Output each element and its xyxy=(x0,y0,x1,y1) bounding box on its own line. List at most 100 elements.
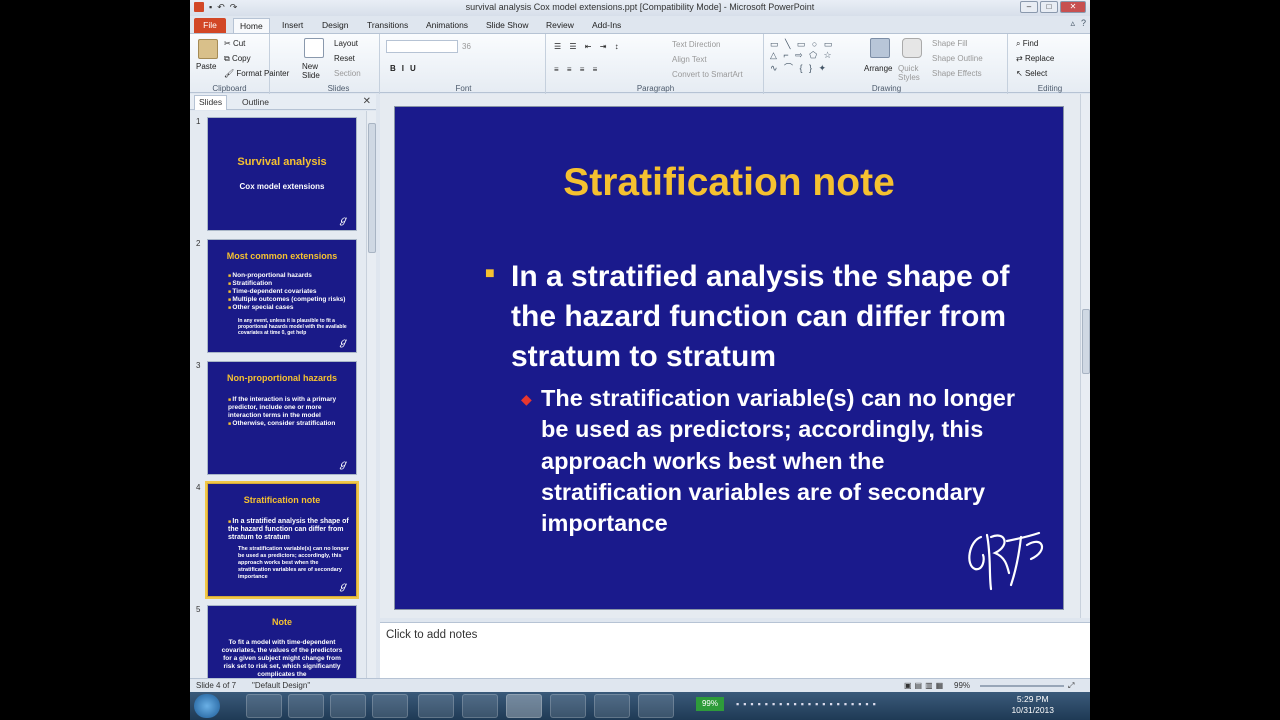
battery-indicator[interactable]: 99% xyxy=(696,697,724,711)
list-buttons[interactable]: ☰ ☰ ⇤ ⇥ ↕ xyxy=(554,42,622,51)
thumb-signature: ℊ xyxy=(338,215,348,226)
help-icon[interactable]: ? xyxy=(1081,18,1086,29)
theme-name[interactable]: "Default Design" xyxy=(252,681,310,690)
tab-home[interactable]: Home xyxy=(233,18,270,33)
scrollbar-thumb[interactable] xyxy=(368,123,376,253)
tab-file[interactable]: File xyxy=(194,18,226,33)
collapse-ribbon-icon[interactable]: ▵ xyxy=(1070,18,1075,29)
font-size-input[interactable]: 36 xyxy=(462,42,471,51)
notes-placeholder[interactable]: Click to add notes xyxy=(386,629,477,641)
thumb-signature: ℊ xyxy=(338,581,348,592)
media-player-icon[interactable] xyxy=(330,694,366,718)
minimize-icon[interactable]: – xyxy=(1020,1,1038,13)
slide-thumbnail-3[interactable]: Non-proportional hazards If the interact… xyxy=(207,361,357,475)
format-painter-label: Format Painter xyxy=(236,69,290,78)
shapes-gallery[interactable]: ▭ ╲ ▭ ○ ▭ △ ⌐ ⇨ ⬠ ☆ ∿ ⌒ { } ✦ xyxy=(770,39,834,74)
thumb-number: 3 xyxy=(196,361,201,370)
slide-thumbnail-4[interactable]: Stratification note In a stratified anal… xyxy=(205,481,359,599)
font-name-input[interactable] xyxy=(386,40,458,53)
new-slide-button[interactable]: New Slide xyxy=(302,62,330,80)
close-icon[interactable]: ✕ xyxy=(1060,1,1086,13)
zoom-level[interactable]: 99% xyxy=(954,681,970,690)
view-buttons[interactable]: ▣▤▥▦ xyxy=(904,681,946,690)
tab-add-ins[interactable]: Add-Ins xyxy=(586,18,627,33)
ie-icon[interactable] xyxy=(288,694,324,718)
select-icon: ↖ xyxy=(1016,69,1025,78)
explorer-icon[interactable] xyxy=(246,694,282,718)
editor-scrollbar[interactable] xyxy=(1080,94,1090,618)
quick-styles-button[interactable]: Quick Styles xyxy=(898,64,928,82)
tab-slides[interactable]: Slides xyxy=(194,95,228,110)
notes-pane[interactable]: Click to add notes xyxy=(380,622,1090,678)
select-button[interactable]: ↖ Select xyxy=(1016,69,1047,78)
fit-slide-icon[interactable]: ⤢ xyxy=(1068,681,1074,691)
thumb-bullet: In a stratified analysis the shape of th… xyxy=(228,518,350,542)
shape-fill-button[interactable]: Shape Fill xyxy=(932,39,968,48)
slide-bullet[interactable]: ■ In a stratified analysis the shape of … xyxy=(485,257,1045,377)
copy-button[interactable]: ⧉ Copy xyxy=(224,54,251,64)
tab-design[interactable]: Design xyxy=(316,18,354,33)
find-icon: ⌕ xyxy=(1016,39,1023,48)
tab-insert[interactable]: Insert xyxy=(276,18,309,33)
thumbnail-scrollbar[interactable] xyxy=(366,111,376,678)
text-direction-button[interactable]: Text Direction xyxy=(672,40,720,49)
find-button[interactable]: ⌕ Find xyxy=(1016,39,1038,49)
current-slide[interactable]: Stratification note ■ In a stratified an… xyxy=(395,107,1063,609)
app-icon[interactable] xyxy=(638,694,674,718)
reset-button[interactable]: Reset xyxy=(334,54,355,63)
arrange-button[interactable]: Arrange xyxy=(864,64,892,73)
convert-smartart-button[interactable]: Convert to SmartArt xyxy=(672,70,743,79)
new-slide-icon[interactable] xyxy=(304,38,324,58)
scrollbar-thumb[interactable] xyxy=(1082,309,1090,374)
align-text-button[interactable]: Align Text xyxy=(672,55,707,64)
cut-button[interactable]: ✂ Cut xyxy=(224,39,245,48)
slide-thumbnail-5[interactable]: Note To fit a model with time-dependent … xyxy=(207,605,357,678)
maximize-icon[interactable]: □ xyxy=(1040,1,1058,13)
format-painter-button[interactable]: 🖌 Format Painter xyxy=(224,69,289,78)
thumbnail-list: 1 Survival analysis Cox model extensions… xyxy=(190,111,366,678)
paragraph-group: ☰ ☰ ⇤ ⇥ ↕ Text Direction Align Text Conv… xyxy=(548,34,764,94)
tab-animations[interactable]: Animations xyxy=(420,18,474,33)
zoom-slider[interactable] xyxy=(980,685,1064,687)
drawing-label: Drawing xyxy=(871,84,902,93)
tab-outline[interactable]: Outline xyxy=(238,97,273,107)
slide-title[interactable]: Stratification note xyxy=(395,161,1063,205)
system-tray-icons[interactable]: ▪▪▪▪▪▪▪▪▪▪▪▪▪▪▪▪▪▪▪▪ xyxy=(736,699,880,709)
ribbon-tabs: File Home Insert Design Transitions Anim… xyxy=(190,16,1090,33)
arrange-icon[interactable] xyxy=(870,38,890,58)
start-button-icon[interactable] xyxy=(194,694,220,718)
tab-slide-show[interactable]: Slide Show xyxy=(480,18,535,33)
word-icon[interactable] xyxy=(462,694,498,718)
slides-panel: Slides Outline ✕ 1 Survival analysis Cox… xyxy=(190,94,376,678)
alignment-buttons[interactable]: ≡ ≡ ≡ ≡ xyxy=(554,65,600,74)
powerpoint-task-icon[interactable] xyxy=(506,694,542,718)
tab-review[interactable]: Review xyxy=(540,18,580,33)
acrobat-icon[interactable] xyxy=(594,694,630,718)
slide-thumbnail-2[interactable]: Most common extensions Non-proportional … xyxy=(207,239,357,353)
thumb-bullet: Stratification xyxy=(228,280,350,288)
tab-transitions[interactable]: Transitions xyxy=(361,18,414,33)
slide-editor: Stratification note ■ In a stratified an… xyxy=(380,94,1090,618)
paste-button[interactable]: Paste xyxy=(196,62,216,71)
paste-icon[interactable] xyxy=(198,39,218,59)
thumb-bullet: If the interaction is with a primary pre… xyxy=(228,396,350,420)
quick-styles-icon[interactable] xyxy=(902,38,922,58)
sub-bullet-text: The stratification variable(s) can no lo… xyxy=(541,385,1016,537)
slide-thumbnail-1[interactable]: Survival analysis Cox model extensions ℊ xyxy=(207,117,357,231)
shape-outline-button[interactable]: Shape Outline xyxy=(932,54,983,63)
stata-icon[interactable] xyxy=(550,694,586,718)
layout-button[interactable]: Layout xyxy=(334,39,358,48)
cut-label: Cut xyxy=(232,39,246,48)
outlook-icon[interactable] xyxy=(372,694,408,718)
slide-sub-bullet[interactable]: ◆ The stratification variable(s) can no … xyxy=(521,383,1021,539)
clock[interactable]: 5:29 PM 10/31/2013 xyxy=(1011,694,1054,716)
shape-effects-button[interactable]: Shape Effects xyxy=(932,69,982,78)
firefox-icon[interactable] xyxy=(418,694,454,718)
font-format-buttons[interactable]: BIU xyxy=(390,64,422,73)
powerpoint-window: ▪ ↶ ↷ survival analysis Cox model extens… xyxy=(190,0,1090,692)
select-label: Select xyxy=(1024,69,1048,78)
section-button[interactable]: Section xyxy=(334,69,361,78)
replace-button[interactable]: ⇄ Replace xyxy=(1016,54,1054,63)
thumb-number: 5 xyxy=(196,605,201,614)
close-panel-icon[interactable]: ✕ xyxy=(363,96,371,107)
